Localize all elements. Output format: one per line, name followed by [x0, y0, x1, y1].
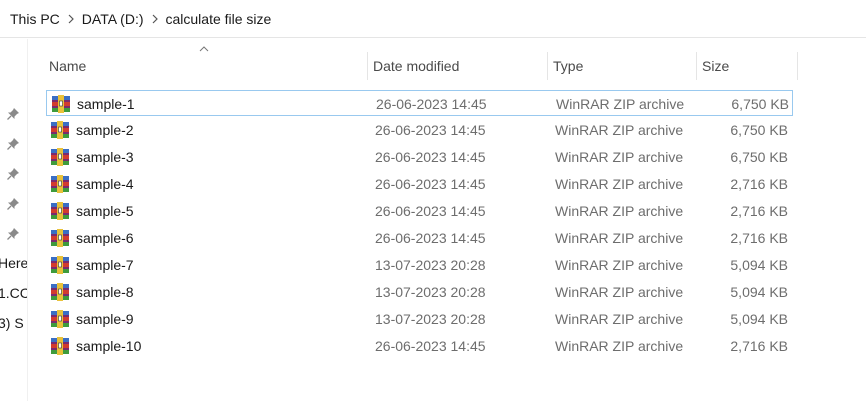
file-size: 5,094 KB	[730, 257, 788, 273]
file-name: sample-5	[76, 203, 134, 219]
navigation-pane: Here 1.CC 3) S	[0, 39, 28, 401]
file-name-cell[interactable]: sample-1	[51, 91, 135, 117]
file-date-modified: 26-06-2023 14:45	[376, 96, 487, 112]
winrar-archive-icon	[51, 337, 69, 355]
winrar-archive-icon	[51, 175, 69, 193]
file-name: sample-10	[76, 338, 142, 354]
file-row[interactable]: sample-9 13-07-2023 20:28 WinRAR ZIP archi…	[46, 306, 793, 332]
file-date-modified: 26-06-2023 14:45	[375, 176, 486, 192]
breadcrumb: This PC DATA (D:) calculate file size	[0, 0, 866, 38]
file-row[interactable]: sample-5 26-06-2023 14:45 WinRAR ZIP archi…	[46, 198, 793, 224]
file-row[interactable]: sample-10 26-06-2023 14:45 WinRAR ZIP arch…	[46, 333, 793, 359]
file-type: WinRAR ZIP archive	[556, 96, 685, 112]
file-size: 5,094 KB	[730, 284, 788, 300]
file-name: sample-7	[76, 257, 134, 273]
file-size: 2,716 KB	[730, 230, 788, 246]
file-name-cell[interactable]: sample-10	[50, 333, 141, 359]
file-row[interactable]: sample-8 13-07-2023 20:28 WinRAR ZIP archi…	[46, 279, 793, 305]
file-name-cell[interactable]: sample-2	[50, 117, 134, 143]
winrar-archive-icon	[51, 202, 69, 220]
nav-item-fragment[interactable]: 3) S	[0, 315, 24, 331]
file-size: 6,750 KB	[731, 96, 789, 112]
pin-icon[interactable]	[6, 197, 20, 211]
file-row[interactable]: sample-7 13-07-2023 20:28 WinRAR ZIP archi…	[46, 252, 793, 278]
nav-item-fragment[interactable]: Here	[0, 255, 27, 271]
file-name-cell[interactable]: sample-7	[50, 252, 134, 278]
file-type: WinRAR ZIP archive	[555, 338, 684, 354]
chevron-right-icon[interactable]	[144, 14, 166, 24]
breadcrumb-current-folder[interactable]: calculate file size	[166, 9, 272, 29]
winrar-archive-icon	[51, 310, 69, 328]
file-type: WinRAR ZIP archive	[555, 122, 684, 138]
breadcrumb-data-drive[interactable]: DATA (D:)	[82, 9, 144, 29]
winrar-archive-icon	[51, 148, 69, 166]
file-type: WinRAR ZIP archive	[555, 149, 684, 165]
file-name-cell[interactable]: sample-9	[50, 306, 134, 332]
file-type: WinRAR ZIP archive	[555, 176, 684, 192]
column-header-size[interactable]: Size	[697, 52, 798, 80]
file-name-cell[interactable]: sample-3	[50, 144, 134, 170]
file-type: WinRAR ZIP archive	[555, 203, 684, 219]
file-name: sample-1	[77, 96, 135, 112]
file-date-modified: 26-06-2023 14:45	[375, 230, 486, 246]
file-row[interactable]: sample-3 26-06-2023 14:45 WinRAR ZIP archi…	[46, 144, 793, 170]
winrar-archive-icon	[51, 229, 69, 247]
winrar-archive-icon	[51, 121, 69, 139]
file-type: WinRAR ZIP archive	[555, 311, 684, 327]
column-header-row: Name Date modified Type Size	[44, 52, 800, 80]
file-name: sample-6	[76, 230, 134, 246]
file-date-modified: 13-07-2023 20:28	[375, 284, 486, 300]
file-row[interactable]: sample-4 26-06-2023 14:45 WinRAR ZIP archi…	[46, 171, 793, 197]
file-name-cell[interactable]: sample-4	[50, 171, 134, 197]
winrar-archive-icon	[51, 256, 69, 274]
file-name: sample-3	[76, 149, 134, 165]
pin-icon[interactable]	[6, 137, 20, 151]
file-type: WinRAR ZIP archive	[555, 257, 684, 273]
file-date-modified: 26-06-2023 14:45	[375, 122, 486, 138]
nav-item-fragment[interactable]: 1.CC	[0, 285, 27, 301]
file-date-modified: 13-07-2023 20:28	[375, 311, 486, 327]
file-date-modified: 26-06-2023 14:45	[375, 149, 486, 165]
file-size: 5,094 KB	[730, 311, 788, 327]
file-size: 2,716 KB	[730, 203, 788, 219]
file-name: sample-2	[76, 122, 134, 138]
file-name-cell[interactable]: sample-5	[50, 198, 134, 224]
column-header-type[interactable]: Type	[548, 52, 697, 80]
file-size: 6,750 KB	[730, 122, 788, 138]
pin-icon[interactable]	[6, 167, 20, 181]
chevron-right-icon[interactable]	[60, 14, 82, 24]
file-name-cell[interactable]: sample-8	[50, 279, 134, 305]
file-size: 2,716 KB	[730, 338, 788, 354]
file-type: WinRAR ZIP archive	[555, 230, 684, 246]
file-date-modified: 26-06-2023 14:45	[375, 338, 486, 354]
winrar-archive-icon	[51, 283, 69, 301]
file-name: sample-4	[76, 176, 134, 192]
winrar-archive-icon	[52, 95, 70, 113]
breadcrumb-this-pc[interactable]: This PC	[10, 9, 60, 29]
file-name-cell[interactable]: sample-6	[50, 225, 134, 251]
column-header-name[interactable]: Name	[44, 52, 368, 80]
column-header-date-modified[interactable]: Date modified	[368, 52, 548, 80]
file-name: sample-9	[76, 311, 134, 327]
file-row[interactable]: sample-6 26-06-2023 14:45 WinRAR ZIP archi…	[46, 225, 793, 251]
file-row[interactable]: sample-1 26-06-2023 14:45 WinRAR ZIP archi…	[46, 90, 793, 116]
file-row[interactable]: sample-2 26-06-2023 14:45 WinRAR ZIP archi…	[46, 117, 793, 143]
file-name: sample-8	[76, 284, 134, 300]
file-size: 2,716 KB	[730, 176, 788, 192]
pin-icon[interactable]	[6, 107, 20, 121]
file-type: WinRAR ZIP archive	[555, 284, 684, 300]
file-size: 6,750 KB	[730, 149, 788, 165]
file-date-modified: 13-07-2023 20:28	[375, 257, 486, 273]
file-date-modified: 26-06-2023 14:45	[375, 203, 486, 219]
pin-icon[interactable]	[6, 227, 20, 241]
